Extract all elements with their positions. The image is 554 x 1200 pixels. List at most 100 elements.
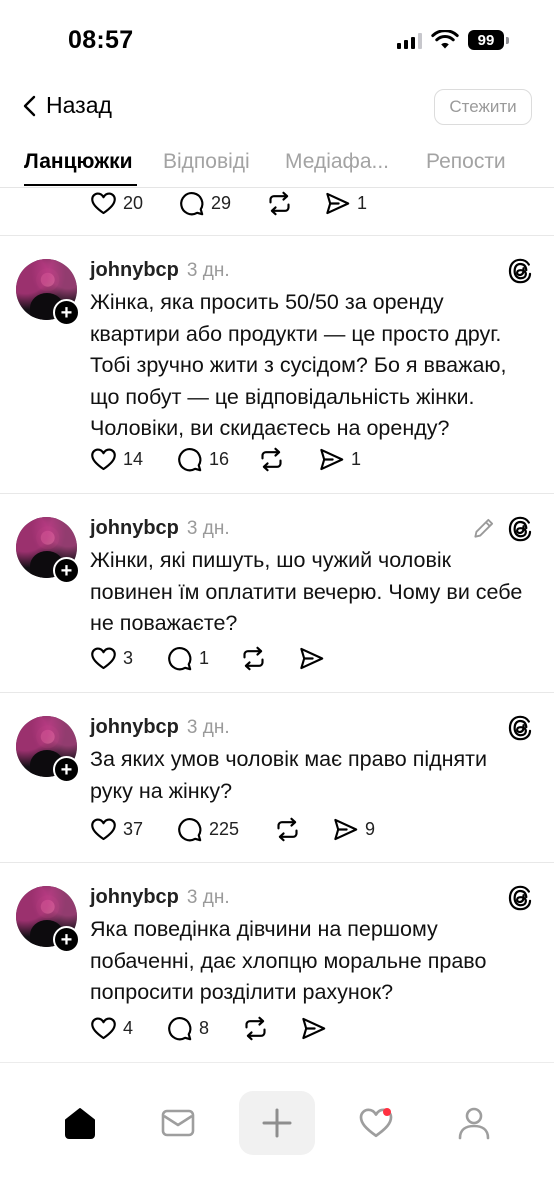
- repost-button[interactable]: [274, 816, 301, 843]
- tab-reposts[interactable]: Репости: [426, 150, 506, 174]
- plus-icon: [262, 1108, 292, 1138]
- username[interactable]: johnybcp: [90, 259, 179, 282]
- header: Назад Стежити: [0, 82, 554, 132]
- post[interactable]: + johnybcp 3 дн. Жінки, які пишуть, шо ч…: [0, 493, 554, 692]
- like-count: 4: [123, 1018, 134, 1038]
- feed: 20 29 1 + johnybcp 3 дн. Жінка, яка прос…: [0, 188, 554, 1060]
- bottom-nav: [0, 1062, 554, 1200]
- comment-icon: [176, 816, 203, 843]
- post-text: Жінки, які пишуть, шо чужий чоловік пови…: [90, 548, 523, 635]
- threads-icon[interactable]: [506, 257, 534, 285]
- back-button[interactable]: Назад: [22, 92, 112, 119]
- battery-indicator: 99: [468, 30, 509, 50]
- comment-icon: [176, 446, 203, 473]
- heart-icon: [90, 1015, 117, 1042]
- inbox-icon: [161, 1109, 195, 1137]
- follow-plus-button[interactable]: +: [53, 756, 80, 783]
- nav-home[interactable]: [50, 1093, 110, 1153]
- repost-button[interactable]: [258, 446, 285, 473]
- repost-icon: [258, 446, 285, 473]
- post-time: 3 дн.: [186, 887, 230, 908]
- like-count: 3: [123, 648, 134, 668]
- post-text: Яка поведінка дівчини на першому побачен…: [90, 917, 487, 1004]
- like-button[interactable]: 37: [90, 816, 143, 843]
- repost-icon: [240, 645, 267, 672]
- share-count: 1: [351, 449, 362, 469]
- share-button[interactable]: [300, 1015, 327, 1042]
- comment-button[interactable]: 29: [178, 190, 231, 217]
- profile-tabs: Ланцюжки Відповіді Медіафа... Репости: [0, 140, 554, 188]
- share-icon: [324, 190, 351, 217]
- comment-button[interactable]: 16: [176, 446, 229, 473]
- post[interactable]: + johnybcp 3 дн. Яка поведінка дівчини н…: [0, 862, 554, 1060]
- repost-button[interactable]: [240, 645, 267, 672]
- share-icon: [332, 816, 359, 843]
- notification-dot: [383, 1108, 391, 1116]
- share-icon: [300, 1015, 327, 1042]
- like-count: 37: [123, 819, 144, 839]
- nav-profile[interactable]: [444, 1093, 504, 1153]
- post-header: johnybcp 3 дн.: [90, 886, 230, 909]
- like-button[interactable]: 14: [90, 446, 143, 473]
- share-button[interactable]: 1: [324, 190, 367, 217]
- comment-count: 16: [209, 449, 230, 469]
- post-header: johnybcp 3 дн.: [90, 259, 230, 282]
- comment-icon: [166, 645, 193, 672]
- profile-icon: [458, 1107, 490, 1140]
- comment-button[interactable]: 225: [176, 816, 239, 843]
- back-label: Назад: [46, 92, 112, 118]
- share-button[interactable]: 1: [318, 446, 361, 473]
- post[interactable]: + johnybcp 3 дн. За яких умов чоловік ма…: [0, 692, 554, 862]
- share-count: 9: [365, 819, 376, 839]
- comment-count: 1: [199, 648, 210, 668]
- comment-icon: [178, 190, 205, 217]
- post-text: За яких умов чоловік має право підняти р…: [90, 747, 488, 803]
- repost-button[interactable]: [242, 1015, 269, 1042]
- comment-count: 225: [209, 819, 240, 839]
- cellular-signal-icon: [397, 33, 422, 49]
- share-button[interactable]: 9: [332, 816, 375, 843]
- comment-button[interactable]: 1: [166, 645, 209, 672]
- follow-plus-button[interactable]: +: [53, 926, 80, 953]
- status-time: 08:57: [68, 26, 134, 54]
- post[interactable]: + johnybcp 3 дн. Жінка, яка просить 50/5…: [0, 235, 554, 493]
- nav-inbox[interactable]: [148, 1093, 208, 1153]
- chevron-left-icon: [23, 95, 36, 116]
- post-time: 3 дн.: [186, 260, 230, 281]
- comment-button[interactable]: 8: [166, 1015, 209, 1042]
- tab-media[interactable]: Медіафа...: [285, 150, 389, 174]
- comment-count: 29: [211, 193, 232, 213]
- like-count: 20: [123, 193, 144, 213]
- like-button[interactable]: 3: [90, 645, 133, 672]
- like-button[interactable]: 20: [90, 190, 143, 217]
- threads-icon[interactable]: [506, 515, 534, 543]
- tab-replies[interactable]: Відповіді: [163, 150, 250, 174]
- username[interactable]: johnybcp: [90, 517, 179, 540]
- follow-plus-button[interactable]: +: [53, 557, 80, 584]
- heart-icon: [90, 446, 117, 473]
- edit-icon[interactable]: [471, 515, 497, 541]
- tab-threads[interactable]: Ланцюжки: [24, 150, 133, 174]
- repost-button[interactable]: [266, 190, 293, 217]
- battery-level: 99: [468, 30, 504, 50]
- post-time: 3 дн.: [186, 717, 230, 738]
- post-time: 3 дн.: [186, 518, 230, 539]
- comment-count: 8: [199, 1018, 210, 1038]
- threads-icon[interactable]: [506, 714, 534, 742]
- repost-icon: [266, 190, 293, 217]
- wifi-icon: [431, 30, 459, 49]
- username[interactable]: johnybcp: [90, 886, 179, 909]
- share-icon: [298, 645, 325, 672]
- follow-button[interactable]: Стежити: [434, 89, 532, 125]
- share-button[interactable]: [298, 645, 325, 672]
- nav-create[interactable]: [239, 1091, 315, 1155]
- repost-icon: [242, 1015, 269, 1042]
- status-bar: 08:57 99: [0, 0, 554, 80]
- threads-icon[interactable]: [506, 884, 534, 912]
- like-button[interactable]: 4: [90, 1015, 133, 1042]
- heart-icon: [90, 816, 117, 843]
- follow-plus-button[interactable]: +: [53, 299, 80, 326]
- nav-activity[interactable]: [346, 1093, 406, 1153]
- comment-icon: [166, 1015, 193, 1042]
- username[interactable]: johnybcp: [90, 716, 179, 739]
